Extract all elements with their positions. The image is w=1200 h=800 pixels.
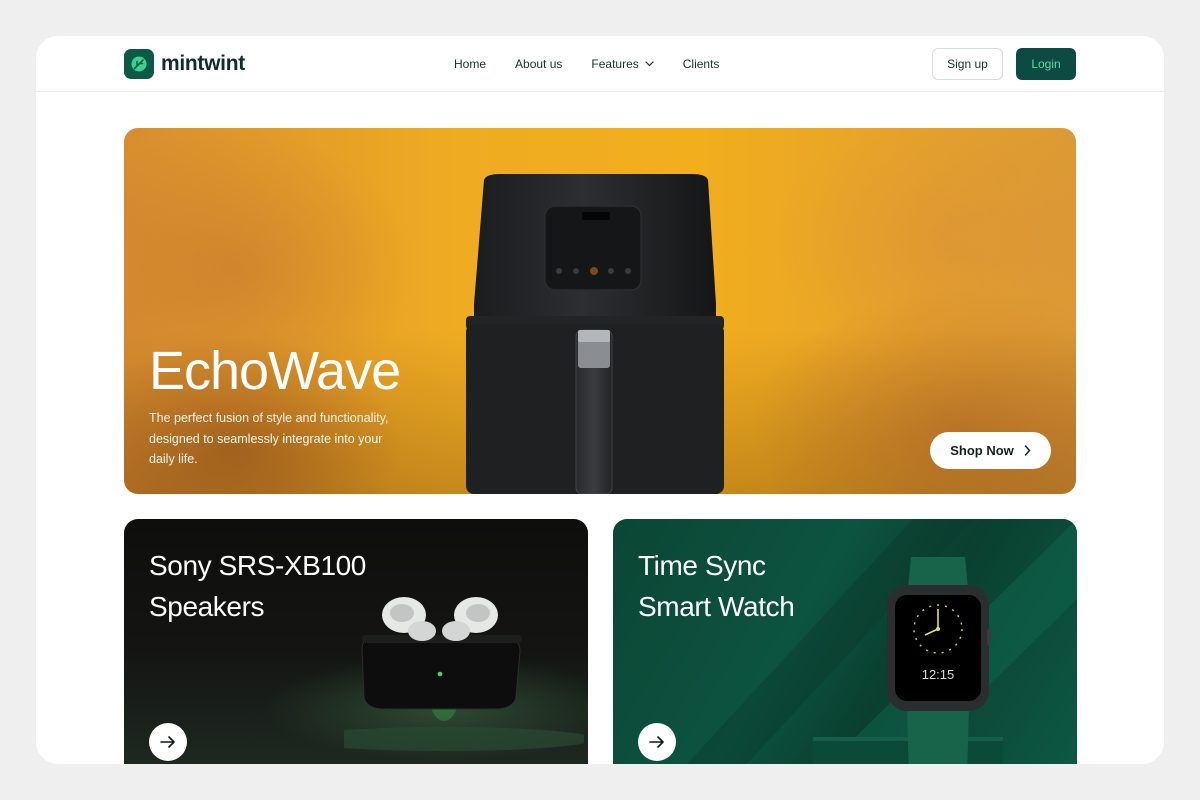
smart-watch-image: 12:15 [887,557,991,764]
card-title-smart-watch: Time Sync Smart Watch [638,545,795,627]
nav-item-about-us[interactable]: About us [515,57,562,71]
arrow-right-icon [649,736,664,748]
card-arrow-button[interactable] [638,723,676,761]
shop-now-button[interactable]: Shop Now [930,432,1051,469]
login-button[interactable]: Login [1016,48,1076,80]
product-card-smart-watch[interactable]: 12:15 Time Sync Smart Watch [613,519,1077,764]
nav-item-features-label: Features [591,57,639,71]
hero-title: EchoWave [149,341,401,401]
arrow-right-icon [160,736,175,748]
leaf-icon [124,49,154,79]
nav-item-features[interactable]: Features [591,57,654,71]
earbuds-image [344,597,584,751]
hero-description: The perfect fusion of style and function… [149,411,389,466]
sign-up-button[interactable]: Sign up [932,48,1003,80]
page-frame: mintwint Home About us Features Clients … [36,36,1164,764]
top-navigation: mintwint Home About us Features Clients … [36,36,1164,92]
brand-logo[interactable]: mintwint [124,49,245,79]
nav-item-home[interactable]: Home [454,57,486,71]
air-fryer-image [466,174,724,494]
card-title-line: Sony SRS-XB100 [149,550,366,581]
card-title-line: Smart Watch [638,591,795,622]
card-arrow-button[interactable] [149,723,187,761]
product-card-speakers[interactable]: Sony SRS-XB100 Speakers [124,519,588,764]
chevron-down-icon [645,61,654,67]
card-title-line: Speakers [149,591,265,622]
main-menu: Home About us Features Clients [454,36,719,92]
card-title-speakers: Sony SRS-XB100 Speakers [149,545,366,627]
card-title-line: Time Sync [638,550,766,581]
hero-banner: EchoWave The perfect fusion of style and… [124,128,1076,494]
nav-item-clients[interactable]: Clients [683,57,720,71]
watch-time-text: 12:15 [922,667,955,682]
chevron-right-icon [1024,445,1031,456]
shop-now-label: Shop Now [950,443,1014,458]
brand-name: mintwint [161,52,245,75]
